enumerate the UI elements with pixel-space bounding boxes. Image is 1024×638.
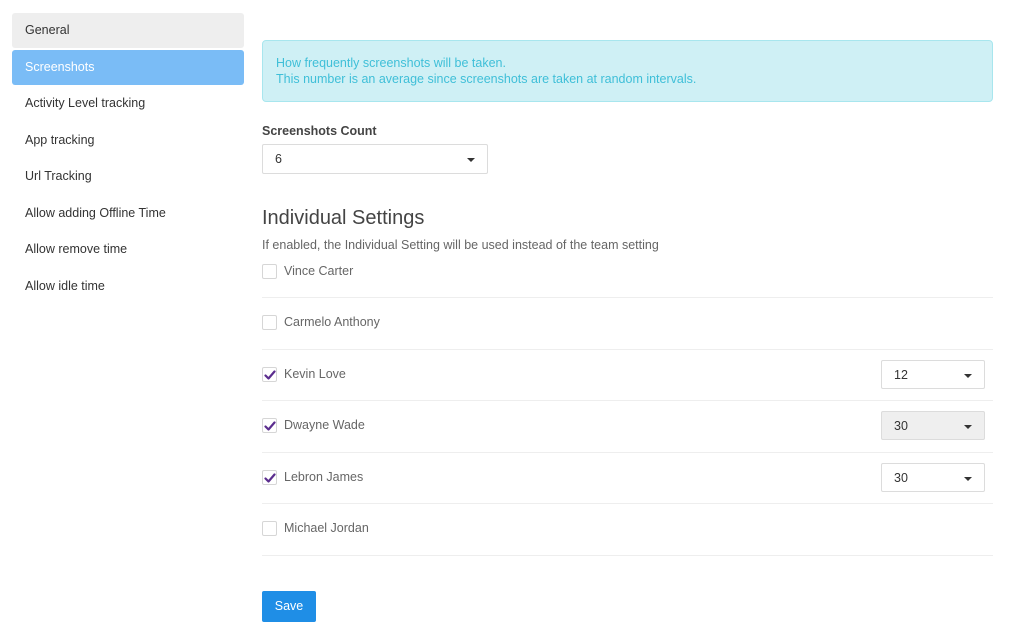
screenshots-count-value: 6: [275, 152, 282, 166]
user-row: Michael Jordan: [262, 504, 993, 556]
sidebar-item-general[interactable]: General: [12, 13, 244, 48]
checkmark-icon: [264, 472, 276, 483]
user-row: Vince Carter: [262, 260, 993, 298]
caret-down-icon: [467, 158, 475, 162]
sidebar-item-allow-remove-time[interactable]: Allow remove time: [12, 232, 244, 267]
sidebar-item-allow-idle-time[interactable]: Allow idle time: [12, 269, 244, 304]
sidebar-item-allow-offline-time[interactable]: Allow adding Offline Time: [12, 196, 244, 231]
user-name: Michael Jordan: [284, 521, 369, 535]
sidebar-item-url-tracking[interactable]: Url Tracking: [12, 159, 244, 194]
user-name: Carmelo Anthony: [284, 315, 380, 329]
settings-sidebar: General Screenshots Activity Level track…: [12, 13, 244, 305]
caret-down-icon: [964, 425, 972, 429]
user-checkbox[interactable]: [262, 469, 277, 485]
user-checkbox[interactable]: [262, 315, 277, 330]
user-interval-value: 30: [894, 470, 908, 485]
user-row: Kevin Love 12: [262, 350, 993, 401]
sidebar-item-app-tracking[interactable]: App tracking: [12, 123, 244, 158]
sidebar-item-screenshots[interactable]: Screenshots: [12, 49, 244, 85]
caret-down-icon: [964, 373, 972, 378]
user-checkbox[interactable]: [262, 264, 277, 279]
checkmark-icon: [264, 369, 276, 380]
screenshots-settings-panel: How frequently screenshots will be taken…: [262, 40, 993, 622]
info-alert: How frequently screenshots will be taken…: [262, 40, 993, 102]
user-checkbox[interactable]: [262, 521, 277, 536]
screenshots-count-label: Screenshots Count: [262, 124, 377, 138]
user-interval-select[interactable]: 30: [881, 411, 985, 440]
user-interval-select[interactable]: 30: [881, 462, 985, 492]
individual-user-list: Vince Carter Carmelo Anthony Kevin Love 12 D…: [262, 260, 993, 556]
user-interval-value: 30: [894, 419, 908, 433]
user-checkbox[interactable]: [262, 366, 277, 382]
alert-line-2: This number is an average since screensh…: [276, 72, 697, 86]
save-button[interactable]: Save: [262, 590, 316, 622]
user-interval-select[interactable]: 12: [881, 359, 985, 389]
individual-settings-title: Individual Settings: [262, 207, 425, 229]
individual-settings-description: If enabled, the Individual Setting will …: [262, 238, 659, 252]
user-name: Lebron James: [284, 469, 364, 484]
user-name: Kevin Love: [284, 366, 346, 381]
screenshots-count-select[interactable]: 6: [262, 144, 488, 174]
user-name: Vince Carter: [284, 264, 354, 278]
user-name: Dwayne Wade: [284, 418, 365, 432]
alert-line-1: How frequently screenshots will be taken…: [276, 56, 506, 70]
user-row: Carmelo Anthony: [262, 298, 993, 350]
user-row: Lebron James 30: [262, 453, 993, 504]
user-interval-value: 12: [894, 367, 908, 382]
user-checkbox[interactable]: [262, 418, 277, 433]
checkmark-icon: [264, 421, 276, 431]
user-row: Dwayne Wade 30: [262, 401, 993, 453]
sidebar-item-activity-level-tracking[interactable]: Activity Level tracking: [12, 86, 244, 121]
caret-down-icon: [964, 476, 972, 481]
